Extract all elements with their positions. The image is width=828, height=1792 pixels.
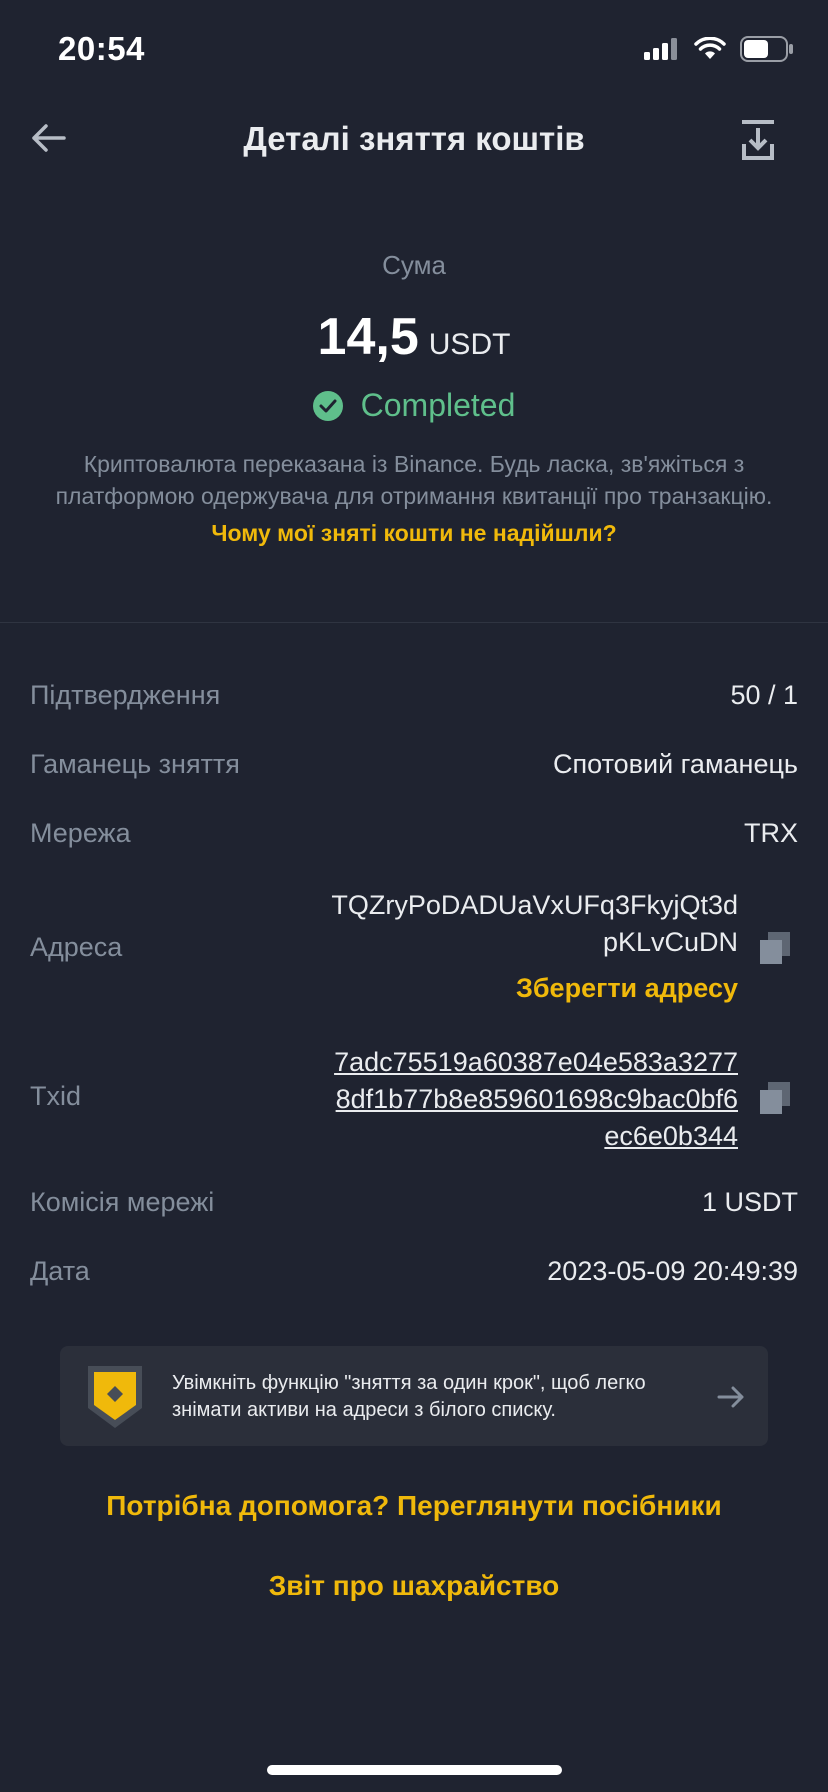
status-row: Completed [0,387,828,424]
wifi-icon [694,37,726,59]
wallet-label: Гаманець зняття [30,749,240,779]
wallet-value: Спотовий гаманець [553,749,798,779]
amount-summary: Сума 14,5 USDT Completed Криптовалюта пе… [0,250,828,547]
signal-icon [644,38,677,60]
amount-label: Сума [382,250,446,280]
network-label: Мережа [30,818,131,848]
status-icons [644,34,794,64]
nav-bar: Деталі зняття коштів [0,100,828,180]
txid-value[interactable]: 7adc75519a60387e04e583a3277 8df1b77b8e85… [334,1044,738,1155]
copy-icon[interactable] [760,932,790,964]
date-value: 2023-05-09 20:49:39 [547,1256,798,1286]
status-text: Completed [360,387,516,423]
address-line: TQZryPoDADUaVxUFq3FkyjQt3d [331,890,738,920]
withdrawal-not-arrived-link[interactable]: Чому мої зняті кошти не надійшли? [0,520,828,547]
amount-row: 14,5 USDT [0,307,828,367]
address-line: pKLvCuDN [602,927,738,957]
address-label: Адреса [30,932,123,962]
save-address-link[interactable]: Зберегти адресу [331,973,738,1004]
txid-line[interactable]: 7adc75519a60387e04e583a3277 [334,1047,738,1077]
info-text: Криптовалюта переказана із Binance. Будь… [55,451,773,509]
detail-row-network: Мережа TRX [30,818,798,849]
detail-row-fee: Комісія мережі 1 USDT [30,1187,798,1218]
divider [0,622,828,623]
status-bar: 20:54 [0,0,828,100]
fee-value: 1 USDT [701,1187,798,1217]
help-guides-link[interactable]: Потрібна допомога? Переглянути посібники [0,1490,828,1522]
banner-text: Увімкніть функцію "зняття за один крок",… [172,1372,646,1421]
txid-line[interactable]: ec6e0b344 [604,1121,738,1151]
txid-label: Txid [30,1081,82,1111]
download-icon[interactable] [738,118,778,162]
page-title: Деталі зняття коштів [243,120,585,157]
amount-currency: USDT [428,328,511,361]
amount-value: 14,5 [317,308,419,366]
copy-icon[interactable] [760,1082,790,1114]
battery-icon [740,36,793,62]
shield-icon [88,1366,142,1428]
one-step-withdrawal-banner[interactable]: Увімкніть функцію "зняття за один крок",… [60,1346,768,1446]
fee-label: Комісія мережі [30,1187,215,1217]
home-indicator [267,1765,562,1775]
address-value: TQZryPoDADUaVxUFq3FkyjQt3d pKLvCuDN Збер… [331,887,738,1004]
network-value: TRX [744,818,798,848]
txid-line[interactable]: 8df1b77b8e859601698c9bac0bf6 [336,1084,738,1114]
fraud-report-link[interactable]: Звіт про шахрайство [0,1570,828,1602]
arrow-right-icon[interactable] [716,1382,746,1412]
check-circle-icon [312,390,343,421]
detail-row-confirmations: Підтвердження 50 / 1 [30,680,798,711]
status-time: 20:54 [58,30,145,67]
date-label: Дата [30,1256,90,1286]
confirmations-value: 50 / 1 [730,680,798,710]
detail-row-wallet: Гаманець зняття Спотовий гаманець [30,749,798,780]
confirmations-label: Підтвердження [30,680,221,710]
detail-row-date: Дата 2023-05-09 20:49:39 [30,1256,798,1287]
